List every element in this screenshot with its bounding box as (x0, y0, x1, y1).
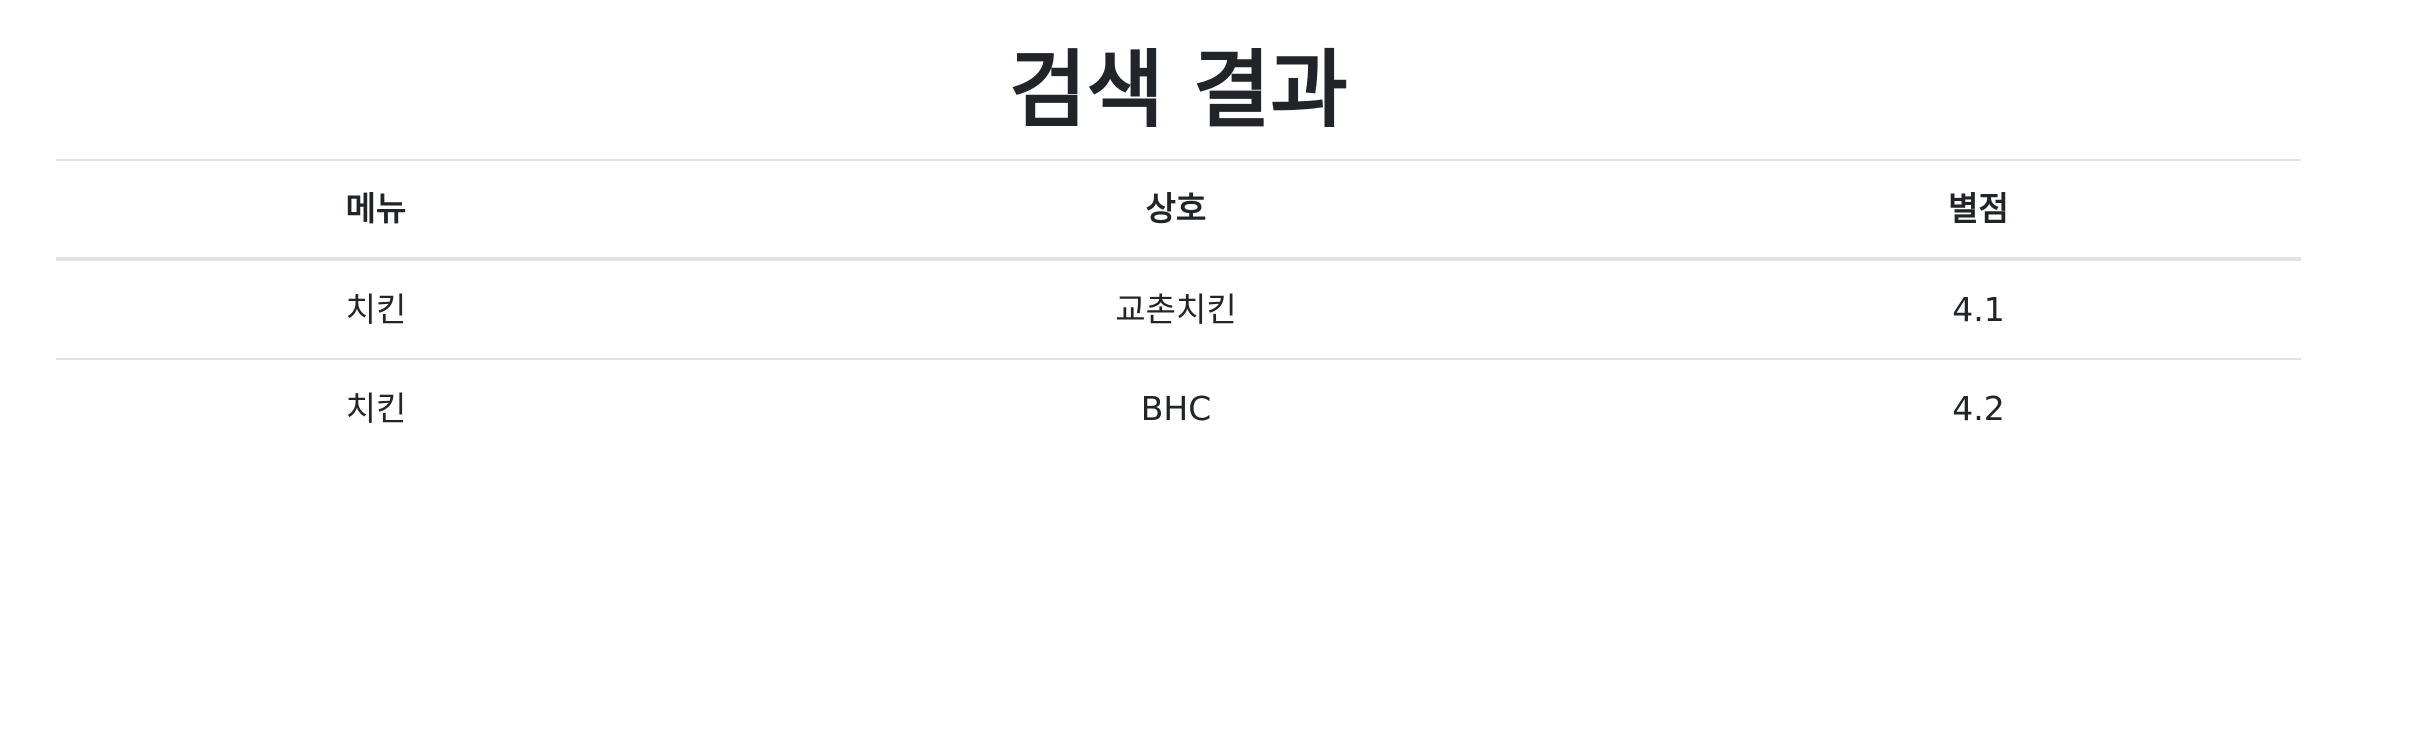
cell-menu: 치킨 (345, 388, 407, 428)
table-row: 치킨 BHC 4.2 (56, 359, 2301, 457)
table-row: 치킨 교촌치킨 4.1 (56, 259, 2301, 360)
cell-store: BHC (1140, 388, 1212, 428)
table-body: 치킨 교촌치킨 4.1 치킨 BHC 4.2 (56, 259, 2301, 457)
column-header-rating: 별점 (1656, 159, 2301, 261)
header-row: 메뉴 상호 별점 (56, 159, 2301, 261)
column-header-store: 상호 (696, 159, 1656, 261)
cell-store: 교촌치킨 (696, 259, 1656, 360)
column-header-menu: 메뉴 (56, 159, 696, 261)
cell-rating: 4.1 (1656, 259, 2301, 360)
cell-rating: 4.2 (1952, 388, 2005, 428)
cell-menu: 치킨 (56, 259, 696, 360)
page-title: 검색 결과 (1009, 41, 1348, 139)
results-table: 메뉴 상호 별점 치킨 교촌치킨 4.1 치킨 BHC 4.2 (56, 159, 2301, 457)
table-header: 메뉴 상호 별점 (56, 159, 2301, 261)
